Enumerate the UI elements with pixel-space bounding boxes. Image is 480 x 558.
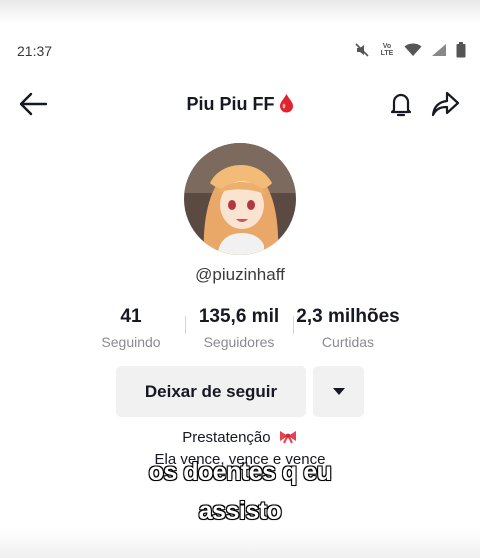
- stat-followers-value: 135,6 mil: [198, 306, 280, 327]
- bell-icon: [390, 93, 412, 117]
- drop-of-blood-icon: [279, 93, 294, 118]
- mute-icon: [354, 42, 370, 58]
- bio-line-1-text: Prestatenção: [182, 429, 271, 446]
- overlay-caption-line-2: assisto: [198, 496, 283, 525]
- stat-following-label: Seguindo: [101, 334, 161, 350]
- profile-title-text: Piu Piu FF: [186, 94, 275, 114]
- avatar-image: [184, 143, 296, 255]
- status-icons: Vo LTE: [354, 42, 466, 58]
- battery-icon: [456, 42, 466, 58]
- stat-likes-label: Curtidas: [321, 334, 375, 350]
- status-bar: 21:37 Vo LTE: [0, 38, 480, 66]
- stat-followers-label: Seguidores: [203, 334, 275, 350]
- ribbon-icon: [278, 430, 298, 448]
- overlay-caption-line-1: os doentes q eu: [148, 457, 333, 486]
- stat-likes-value: 2,3 milhões: [296, 306, 400, 327]
- bio-line-1: Prestatenção: [0, 429, 480, 448]
- caret-down-icon: [332, 388, 345, 395]
- bottom-fade: [0, 530, 480, 558]
- avatar[interactable]: [184, 143, 296, 255]
- notifications-button[interactable]: [386, 89, 416, 119]
- share-icon: [431, 91, 460, 117]
- stat-following[interactable]: 41 Seguindo: [71, 306, 191, 350]
- status-time: 21:37: [17, 43, 53, 59]
- username: @piuzinhaff: [195, 265, 285, 284]
- top-fade: [0, 0, 480, 24]
- profile-header: Piu Piu FF: [0, 84, 480, 124]
- share-button[interactable]: [431, 90, 461, 118]
- suggested-accounts-button[interactable]: [313, 366, 364, 417]
- signal-icon: [431, 43, 447, 57]
- volte-icon: Vo LTE: [380, 43, 394, 57]
- stat-followers[interactable]: 135,6 mil Seguidores: [179, 306, 299, 350]
- stat-likes[interactable]: 2,3 milhões Curtidas: [288, 306, 408, 350]
- wifi-icon: [404, 43, 422, 57]
- unfollow-button[interactable]: Deixar de seguir: [116, 366, 306, 417]
- stat-following-value: 41: [120, 306, 142, 327]
- profile-stats: 41 Seguindo 135,6 mil Seguidores 2,3 mil…: [0, 306, 480, 356]
